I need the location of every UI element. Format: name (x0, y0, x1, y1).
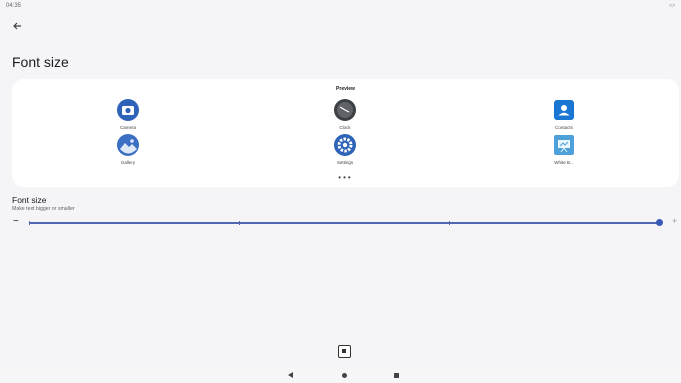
font-size-title: Font size (12, 195, 47, 205)
contacts-icon (553, 99, 575, 121)
app-whiteboard[interactable]: White B... (539, 134, 589, 165)
nav-back-icon[interactable] (288, 372, 293, 378)
decrease-font-button[interactable]: − (13, 216, 19, 227)
preview-card: Preview Camera Clock Contacts Gallery Se… (12, 79, 679, 187)
app-label: Gallery (120, 160, 136, 165)
app-clock[interactable]: Clock (320, 99, 370, 130)
nav-recents-icon[interactable] (394, 373, 399, 378)
page-title: Font size (12, 54, 69, 70)
floating-action-button[interactable] (338, 345, 351, 358)
settings-icon (334, 134, 356, 156)
clock-icon (334, 99, 356, 121)
slider-tick (239, 221, 240, 225)
back-button[interactable] (11, 19, 25, 33)
app-gallery[interactable]: Gallery (103, 134, 153, 165)
font-size-subtitle: Make text bigger or smaller (12, 206, 75, 212)
status-bar: 04:35 <> (0, 0, 681, 14)
status-indicator: <> (669, 3, 675, 9)
page-indicator-dots: ••• (338, 173, 353, 182)
app-label: Camera (119, 125, 136, 130)
navigation-bar (0, 369, 681, 383)
app-label: White B... (554, 160, 574, 165)
whiteboard-icon (553, 134, 575, 156)
font-size-slider-fill (29, 222, 659, 224)
arrow-back-icon (13, 22, 21, 30)
app-label: Settings (336, 160, 354, 165)
camera-icon (117, 99, 139, 121)
slider-tick (29, 221, 30, 225)
font-size-slider-thumb[interactable] (656, 219, 663, 226)
app-settings[interactable]: Settings (320, 134, 370, 165)
app-camera[interactable]: Camera (103, 99, 153, 130)
app-label: Clock (339, 125, 351, 130)
status-time: 04:35 (6, 3, 22, 9)
app-contacts[interactable]: Contacts (539, 99, 589, 130)
increase-font-button[interactable]: + (672, 216, 677, 226)
slider-tick (449, 221, 450, 225)
square-fill-icon (342, 349, 346, 353)
nav-home-icon[interactable] (342, 373, 347, 378)
app-label: Contacts (555, 125, 573, 130)
preview-label: Preview (336, 86, 355, 92)
gallery-icon (117, 134, 139, 156)
